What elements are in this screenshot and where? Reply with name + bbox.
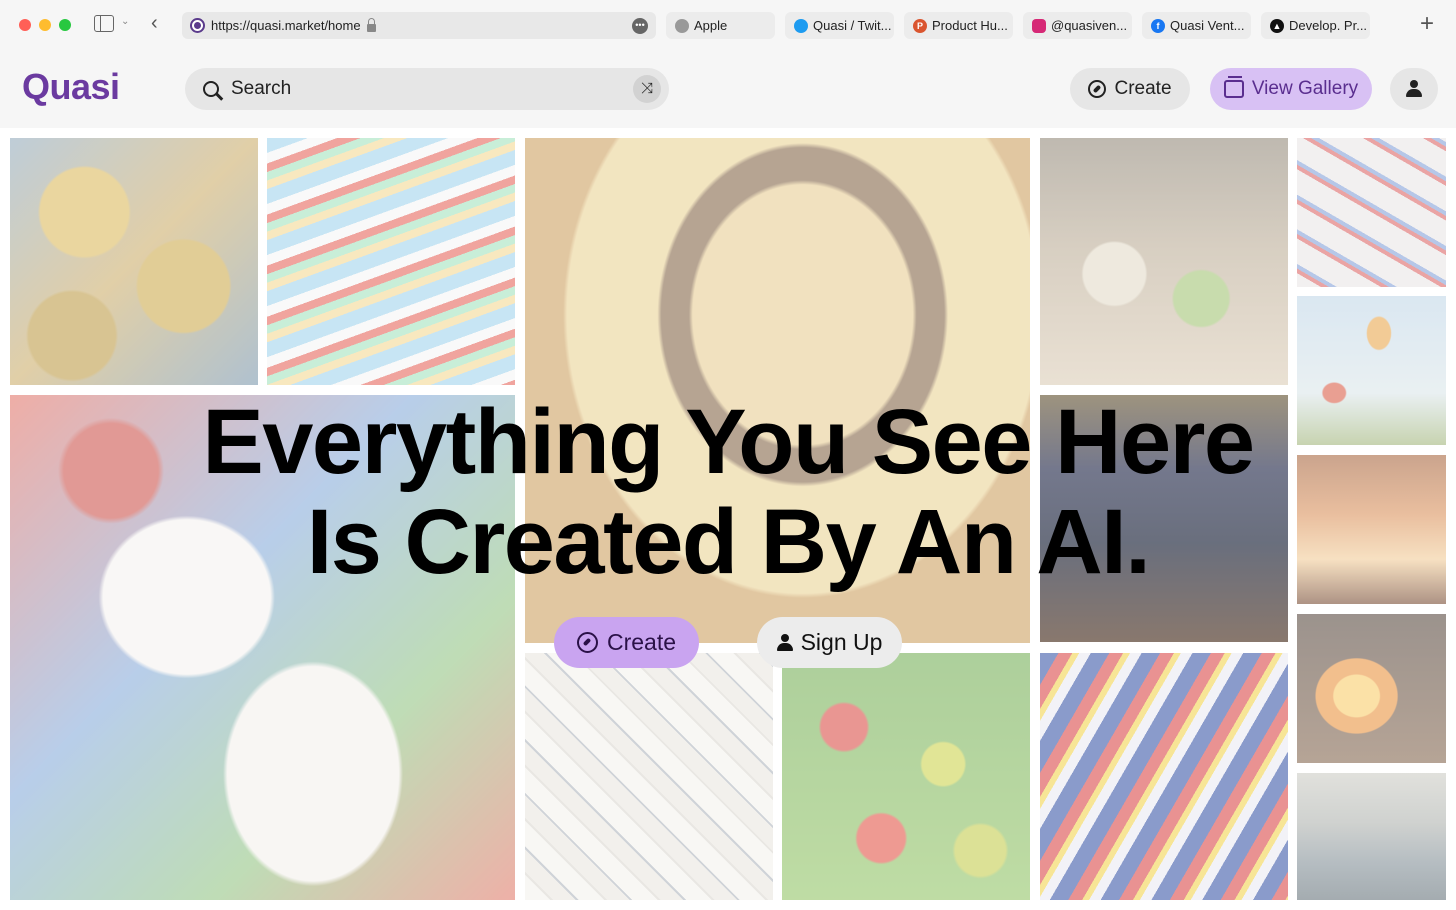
tab-develop[interactable]: ▲ Develop. Pr... xyxy=(1261,12,1370,39)
tab-product-hunt[interactable]: P Product Hu... xyxy=(904,12,1013,39)
back-arrow-icon[interactable]: ‹ xyxy=(151,12,158,35)
instagram-icon xyxy=(1032,18,1046,33)
create-button[interactable]: Create xyxy=(1070,68,1190,110)
gallery-image-coins[interactable] xyxy=(10,138,258,385)
compass-icon xyxy=(1088,80,1107,98)
tab-label: Product Hu... xyxy=(932,18,1008,33)
gallery-image-sketches[interactable] xyxy=(525,653,773,900)
tab-facebook[interactable]: f Quasi Vent... xyxy=(1142,12,1251,39)
search-bar[interactable]: ⤨ xyxy=(185,68,669,110)
tab-instagram[interactable]: @quasiven... xyxy=(1023,12,1132,39)
tab-label: Quasi Vent... xyxy=(1170,18,1245,33)
tab-label: Develop. Pr... xyxy=(1289,18,1368,33)
hero-create-label: Create xyxy=(606,629,677,655)
view-gallery-label: View Gallery xyxy=(1251,78,1359,99)
user-icon xyxy=(1406,80,1422,98)
compass-icon xyxy=(576,632,598,653)
site-favicon-icon xyxy=(190,18,205,33)
tab-label: Quasi / Twit... xyxy=(813,18,892,33)
gallery-image-abstract[interactable] xyxy=(1040,653,1288,900)
new-tab-plus-icon[interactable]: + xyxy=(1420,10,1434,38)
twitter-icon xyxy=(794,18,808,33)
more-options-icon[interactable]: ••• xyxy=(632,18,648,34)
tab-twitter[interactable]: Quasi / Twit... xyxy=(785,12,894,39)
site-header: Quasi ⤨ Create View Gallery xyxy=(0,50,1456,128)
address-bar[interactable]: https://quasi.market/home ••• xyxy=(182,12,656,39)
gallery-image-fire[interactable] xyxy=(1297,614,1446,763)
gallery-image-apples[interactable] xyxy=(782,653,1030,900)
product-hunt-icon: P xyxy=(913,18,927,33)
hero-headline: Everything You See Here Is Created By An… xyxy=(0,392,1456,592)
tab-label: @quasiven... xyxy=(1051,18,1128,33)
gallery-image-paint-tubes[interactable] xyxy=(1297,138,1446,287)
chevron-down-icon[interactable]: ⌄ xyxy=(121,16,129,27)
profile-button[interactable] xyxy=(1390,68,1438,110)
gallery-image-ship[interactable] xyxy=(1297,773,1446,900)
quasi-logo[interactable]: Quasi xyxy=(22,66,120,108)
gallery-image-race-cars[interactable] xyxy=(267,138,515,385)
search-input[interactable] xyxy=(231,78,611,100)
maximize-window-button[interactable] xyxy=(59,19,71,31)
develop-icon: ▲ xyxy=(1270,18,1284,33)
gallery-image-dinner-table[interactable] xyxy=(1040,138,1288,385)
facebook-icon: f xyxy=(1151,18,1165,33)
view-gallery-button[interactable]: View Gallery xyxy=(1210,68,1372,110)
hero-sign-up-button[interactable]: Sign Up xyxy=(757,617,902,668)
sidebar-toggle-icon[interactable] xyxy=(94,15,114,32)
hero-sign-up-label: Sign Up xyxy=(800,629,883,655)
tab-label: Apple xyxy=(694,18,728,33)
search-icon xyxy=(203,81,219,97)
user-icon xyxy=(776,633,793,652)
minimize-window-button[interactable] xyxy=(39,19,51,31)
shuffle-icon[interactable]: ⤨ xyxy=(633,75,661,103)
close-window-button[interactable] xyxy=(19,19,31,31)
url-text: https://quasi.market/home xyxy=(211,18,361,33)
gallery-icon xyxy=(1223,76,1244,98)
hero-create-button[interactable]: Create xyxy=(554,617,699,668)
browser-toolbar: ⌄ ‹ https://quasi.market/home ••• Apple … xyxy=(0,0,1456,50)
apple-icon xyxy=(675,18,689,33)
hero-headline-line-2: Is Created By An AI. xyxy=(306,491,1151,593)
tab-apple[interactable]: Apple xyxy=(666,12,775,39)
create-button-label: Create xyxy=(1114,78,1172,99)
window-controls xyxy=(19,19,71,31)
lock-icon xyxy=(366,17,376,32)
hero-headline-line-1: Everything You See Here xyxy=(202,391,1255,493)
